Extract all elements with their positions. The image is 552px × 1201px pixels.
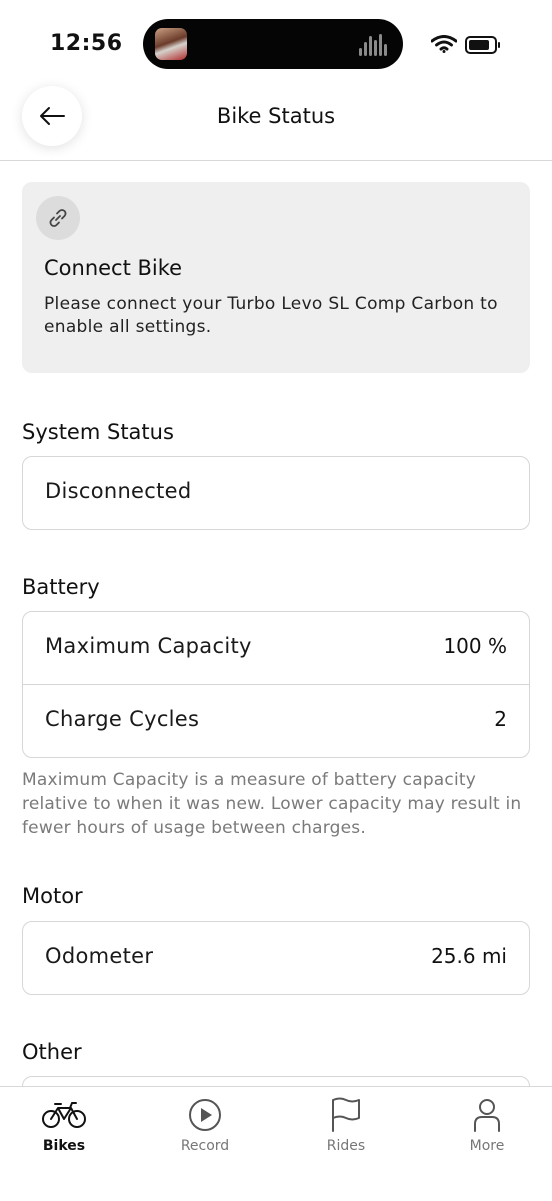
connect-bike-title: Connect Bike (44, 256, 183, 280)
battery-capacity-note: Maximum Capacity is a measure of battery… (22, 770, 522, 838)
battery-card: Maximum Capacity 100 % Charge Cycles 2 (22, 611, 530, 758)
dynamic-island[interactable] (143, 19, 403, 69)
other-heading: Other (22, 1040, 82, 1064)
now-playing-artwork (155, 28, 187, 60)
person-icon (474, 1099, 500, 1132)
charge-cycles-label: Charge Cycles (45, 707, 200, 731)
odometer-value: 25.6 mi (431, 944, 507, 968)
charge-cycles-value: 2 (494, 707, 507, 731)
status-bar: 12:56 (0, 0, 552, 90)
battery-icon (465, 36, 500, 54)
audio-waveform-icon (359, 34, 389, 56)
page-title: Bike Status (216, 104, 336, 128)
system-status-value: Disconnected (45, 479, 192, 503)
battery-row-max-capacity: Maximum Capacity 100 % (23, 612, 529, 684)
link-icon (36, 196, 80, 240)
tab-rides[interactable]: Rides (277, 1087, 415, 1177)
tab-bar: Bikes Record Rides More (0, 1086, 552, 1201)
motor-row-odometer: Odometer 25.6 mi (23, 922, 529, 994)
motor-card: Odometer 25.6 mi (22, 921, 530, 995)
tab-record[interactable]: Record (136, 1087, 274, 1177)
tab-record-label: Record (180, 1138, 230, 1154)
max-capacity-label: Maximum Capacity (45, 634, 252, 658)
battery-heading: Battery (22, 575, 100, 599)
tab-bikes[interactable]: Bikes (0, 1087, 133, 1177)
flag-icon (332, 1097, 360, 1132)
system-status-heading: System Status (22, 420, 174, 444)
connect-bike-description: Please connect your Turbo Levo SL Comp C… (44, 294, 498, 337)
connect-bike-card[interactable]: Connect Bike Please connect your Turbo L… (22, 182, 530, 373)
tab-rides-label: Rides (326, 1138, 366, 1154)
battery-row-charge-cycles: Charge Cycles 2 (23, 684, 529, 757)
system-status-card: Disconnected (22, 456, 530, 530)
bike-icon (42, 1102, 86, 1128)
status-time: 12:56 (50, 31, 123, 56)
odometer-label: Odometer (45, 944, 154, 968)
tab-bikes-label: Bikes (42, 1138, 86, 1154)
tab-more[interactable]: More (418, 1087, 552, 1177)
system-status-row: Disconnected (23, 457, 529, 529)
tab-more-label: More (469, 1138, 505, 1154)
navigation-bar: Bike Status (0, 84, 552, 161)
max-capacity-value: 100 % (443, 634, 507, 658)
wifi-icon (431, 35, 457, 53)
motor-heading: Motor (22, 884, 83, 908)
play-circle-icon (189, 1099, 221, 1131)
